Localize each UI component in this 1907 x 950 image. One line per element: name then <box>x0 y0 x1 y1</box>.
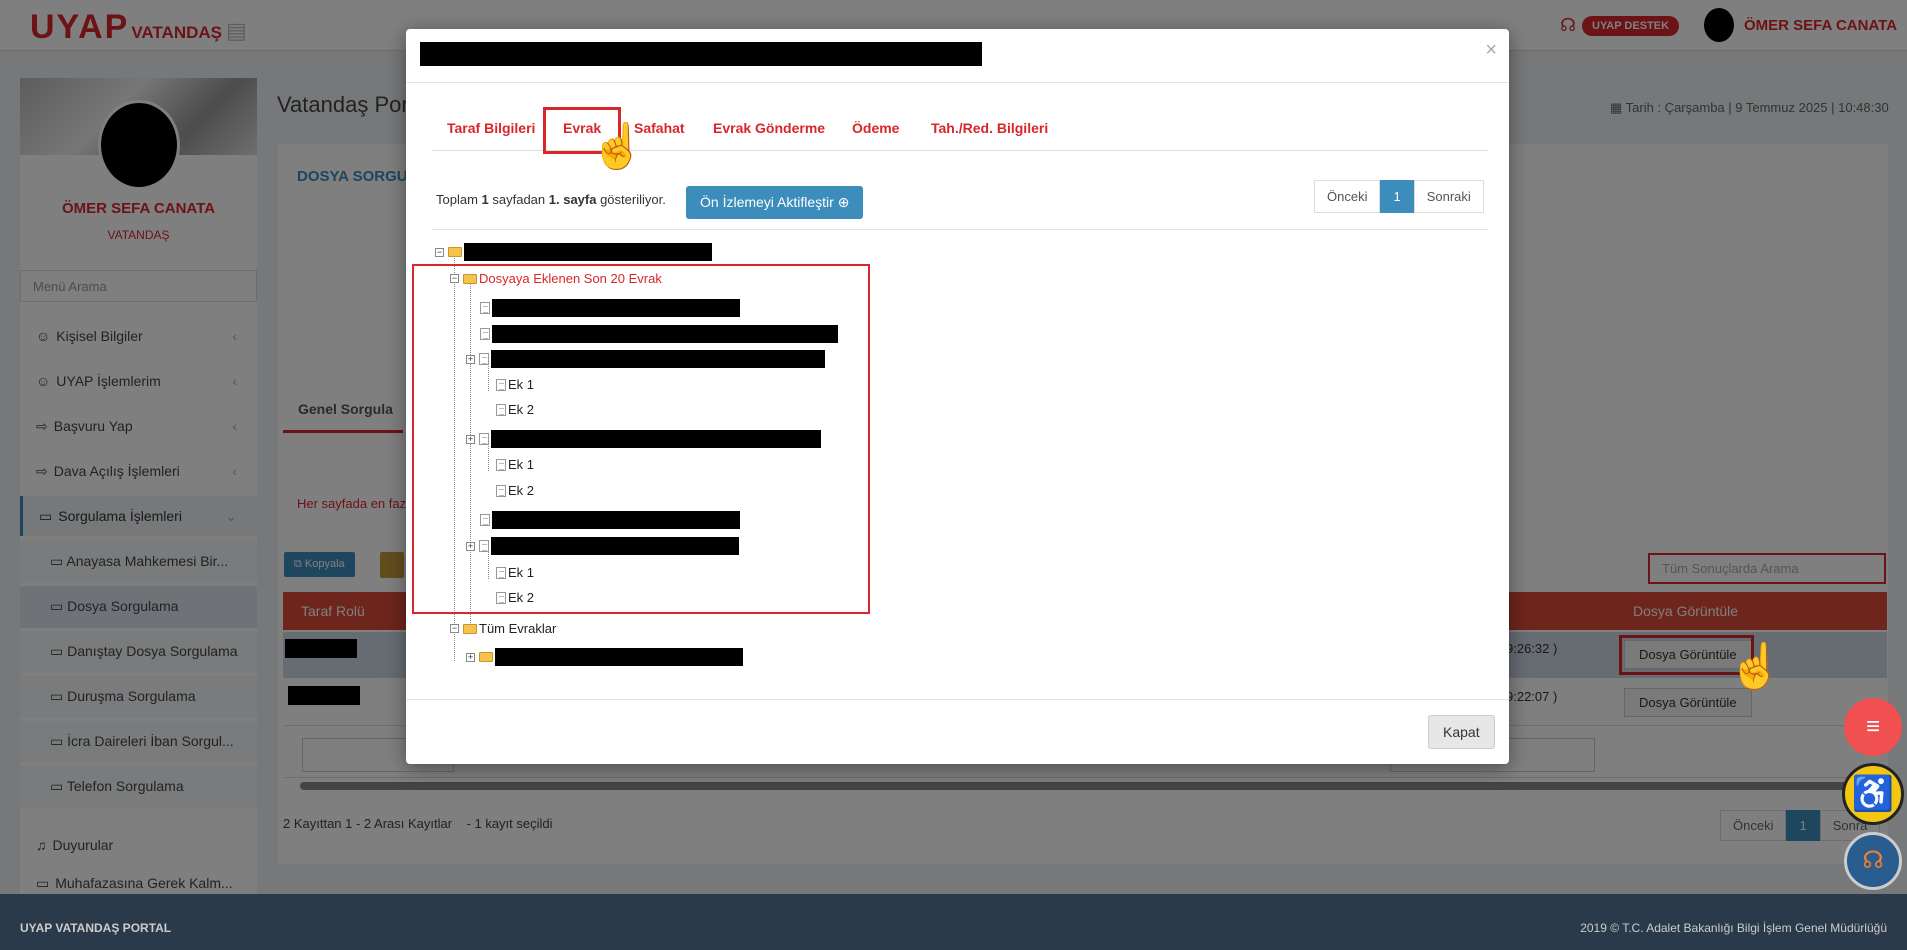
pointer-hand-icon: ☝ <box>1728 642 1783 691</box>
tree-folder-label: Tüm Evraklar <box>479 621 557 636</box>
redacted-label <box>495 648 743 666</box>
redacted-title <box>420 42 982 66</box>
tab-taraf-bilgileri[interactable]: Taraf Bilgileri <box>447 120 535 136</box>
preview-label: Ön İzlemeyi Aktifleştir <box>700 194 834 210</box>
expand-icon: + <box>466 651 475 662</box>
next-page-button[interactable]: Sonraki <box>1413 180 1484 213</box>
info-page: 1. sayfa <box>548 192 597 207</box>
close-icon[interactable]: × <box>1485 39 1497 62</box>
info-text: Toplam <box>436 192 482 207</box>
footer-copyright: 2019 © T.C. Adalet Bakanlığı Bilgi İşlem… <box>1580 921 1887 935</box>
pagination-info: Toplam 1 sayfadan 1. sayfa gösteriliyor. <box>436 192 666 207</box>
modal-footer <box>406 699 1509 700</box>
footer-left: UYAP VATANDAŞ PORTAL <box>20 921 172 935</box>
redacted-label <box>464 243 712 261</box>
file-modal: × Taraf Bilgileri Evrak Safahat Evrak Gö… <box>406 29 1509 764</box>
divider <box>432 229 1488 230</box>
collapse-icon: − <box>450 623 459 633</box>
footer: UYAP VATANDAŞ PORTAL 2019 © T.C. Adalet … <box>0 894 1907 950</box>
info-text: gösteriliyor. <box>596 192 666 207</box>
zoom-icon: ⊕ <box>837 194 850 210</box>
info-text: sayfadan <box>488 192 549 207</box>
collapse-icon: − <box>435 246 444 257</box>
preview-toggle-button[interactable]: Ön İzlemeyi Aktifleştir ⊕ <box>686 186 864 219</box>
tree-root-node[interactable]: − <box>435 243 712 261</box>
modal-header: × <box>406 29 1509 83</box>
close-button[interactable]: Kapat <box>1428 715 1495 749</box>
pointer-hand-icon: ☝ <box>590 122 645 171</box>
tree-folder[interactable]: + <box>466 648 743 666</box>
folder-open-icon <box>448 247 462 257</box>
chat-support-icon[interactable]: ☊ <box>1844 832 1902 890</box>
tab-tah-red[interactable]: Tah./Red. Bilgileri <box>931 120 1048 136</box>
tab-evrak-gonderme[interactable]: Evrak Gönderme <box>713 120 825 136</box>
info-total: 1 <box>481 192 489 207</box>
folder-icon <box>479 652 493 662</box>
highlight-box <box>412 264 870 614</box>
modal-pagination: Önceki 1 Sonraki <box>1314 180 1484 213</box>
tab-odeme[interactable]: Ödeme <box>852 120 899 136</box>
accessibility-icon[interactable]: ♿ <box>1842 763 1904 825</box>
menu-fab-button[interactable]: ≡ <box>1844 698 1902 756</box>
page-1-button[interactable]: 1 <box>1380 180 1414 213</box>
prev-page-button[interactable]: Önceki <box>1314 180 1381 213</box>
folder-open-icon <box>463 623 477 634</box>
tree-folder-all[interactable]: − Tüm Evraklar <box>450 621 556 636</box>
